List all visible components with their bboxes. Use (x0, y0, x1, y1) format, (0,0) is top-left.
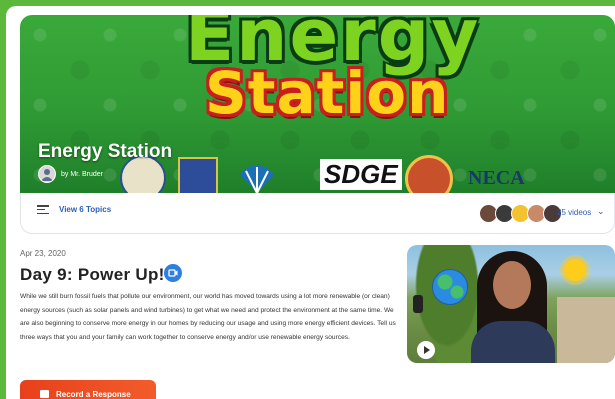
post-description: While we still burn fossil fuels that po… (20, 293, 396, 341)
sponsor-logos: SDGE NECA (20, 155, 615, 193)
video-badge-icon (164, 264, 182, 282)
user-icon (41, 169, 53, 181)
author-avatar[interactable] (38, 165, 56, 183)
video-thumbnail[interactable] (407, 245, 615, 363)
sun-icon (564, 259, 586, 281)
play-icon[interactable] (417, 341, 435, 359)
author-name: by Mr. Bruder (61, 170, 104, 178)
record-response-button[interactable]: Record a Response (20, 380, 156, 399)
video-person-face (493, 261, 531, 309)
sponsor-sdge-logo: SDGE (320, 159, 402, 190)
view-topics-label: View 6 Topics (59, 205, 112, 214)
record-response-label: Record a Response (56, 390, 131, 399)
topic-title: Energy Station (38, 141, 173, 162)
video-background-lamp (413, 295, 423, 313)
author-row[interactable]: by Mr. Bruder (38, 165, 103, 183)
videos-count[interactable]: 25 videos (557, 208, 591, 217)
responder-avatars[interactable] (479, 204, 562, 223)
post-title: Day 9: Power Up! (20, 265, 165, 284)
post-date: Apr 23, 2020 (20, 249, 66, 258)
sponsor-neca-logo: NECA (468, 167, 525, 189)
video-background-house (557, 297, 615, 363)
sponsor-flag-logo (178, 157, 218, 193)
banner-logo-station: Station (205, 59, 450, 127)
video-person-body (471, 321, 555, 363)
chevron-down-icon[interactable]: ⌄ (597, 206, 605, 217)
earth-icon (432, 269, 468, 305)
topic-banner: Energy Station SDGE NECA Energy Station … (20, 15, 615, 193)
page: Energy Station SDGE NECA Energy Station … (6, 6, 615, 399)
list-icon (37, 205, 49, 214)
camera-icon (40, 390, 49, 398)
view-topics-link[interactable]: View 6 Topics (37, 205, 111, 214)
sponsor-fan-logo (240, 165, 274, 193)
topics-bar: View 6 Topics 25 videos ⌄ (20, 193, 615, 234)
